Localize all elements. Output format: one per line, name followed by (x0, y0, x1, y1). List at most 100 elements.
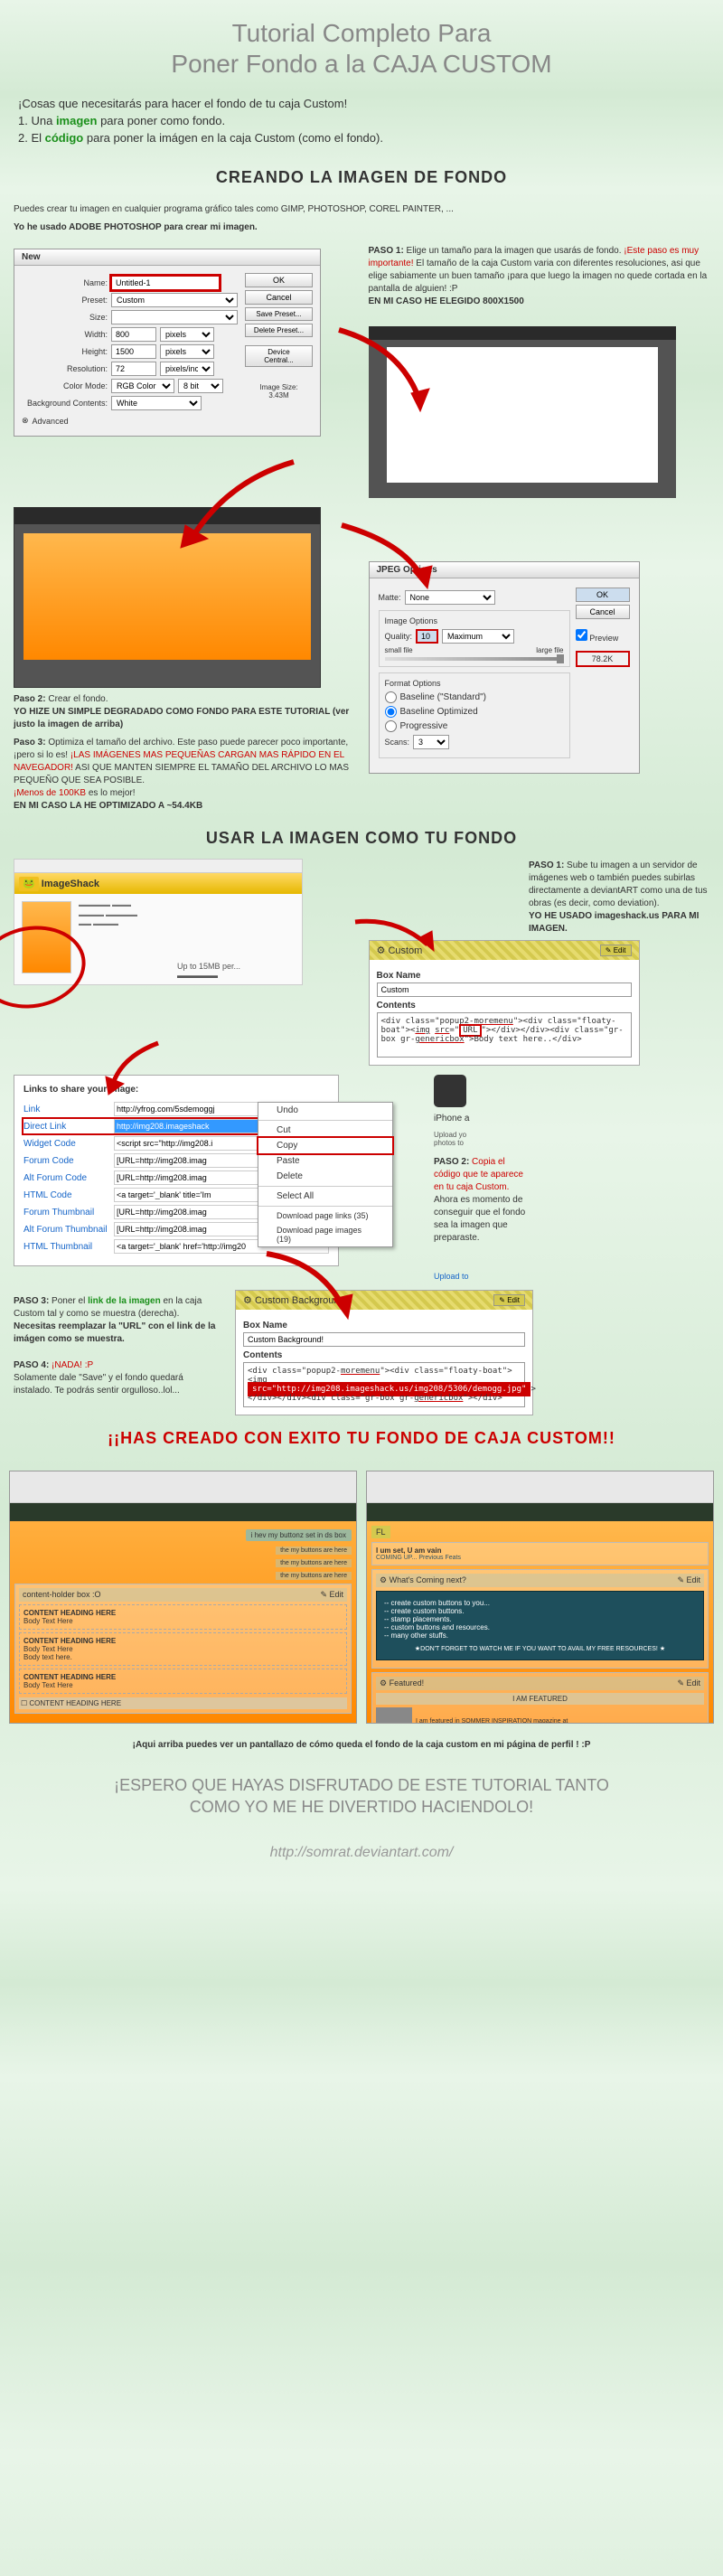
width-label: Width: (22, 330, 108, 339)
size-select[interactable] (111, 310, 238, 324)
contents-textarea2[interactable]: <div class="popup2-moremenu"><div class=… (243, 1362, 525, 1407)
upload-to-label: Upload to (434, 1272, 533, 1281)
contents-label2: Contents (243, 1350, 525, 1360)
res-unit[interactable]: pixels/inch (160, 362, 214, 376)
image-size-label: Image Size: (245, 383, 313, 391)
item2-num: 2. (18, 131, 28, 145)
final-msg-2: COMO YO ME HE DIVERTIDO HACIENDOLO! (18, 1797, 705, 1818)
iphone-label: iPhone a (434, 1113, 533, 1125)
bits-select[interactable]: 8 bit (178, 379, 223, 393)
imageshack-title: ImageShack (42, 879, 99, 889)
item2-pre: El (31, 131, 44, 145)
intro-block: ¡Cosas que necesitarás para hacer el fon… (0, 83, 723, 157)
paso3-bold: EN MI CASO LA HE OPTIMIZADO A ~54.4KB (14, 801, 202, 811)
html-label: HTML Code (23, 1190, 114, 1200)
credit-link[interactable]: http://somrat.deviantart.com/ (0, 1836, 723, 1888)
name-input[interactable] (111, 276, 220, 290)
final-message: ¡ESPERO QUE HAYAS DISFRUTADO DE ESTE TUT… (0, 1757, 723, 1836)
save-preset-button[interactable]: Save Preset... (245, 307, 313, 321)
height-unit[interactable]: pixels (160, 344, 214, 359)
custom-bg-title: Custom Background! (255, 1295, 348, 1306)
menu-dl-links[interactable]: Download page links (35) (258, 1208, 392, 1223)
quality-label: Quality: (385, 632, 413, 641)
bg-label: Background Contents: (22, 399, 108, 408)
box-name-input[interactable] (377, 982, 632, 997)
menu-delete[interactable]: Delete (258, 1169, 392, 1184)
res-input[interactable] (111, 362, 156, 376)
preset-select[interactable]: Custom (111, 293, 238, 307)
edit-button[interactable]: ✎ Edit (600, 945, 632, 956)
matte-select[interactable]: None (405, 590, 495, 605)
edit-button[interactable]: ✎ Edit (493, 1294, 525, 1306)
s2-paso4: PASO 4: ¡NADA! :P Solamente dale "Save" … (14, 1359, 221, 1397)
advanced-toggle[interactable]: Advanced (33, 417, 69, 426)
contents-label: Contents (377, 1001, 632, 1011)
edit-mini[interactable]: ✎ Edit (320, 1590, 343, 1600)
height-input[interactable] (111, 344, 156, 359)
preview-checkbox[interactable] (576, 629, 587, 641)
menu-undo[interactable]: Undo (258, 1103, 392, 1118)
sec1-intro1: Puedes crear tu imagen en cualquier prog… (14, 203, 709, 216)
paso3-text3: es lo mejor! (86, 788, 135, 798)
small-file-label: small file (385, 646, 413, 654)
paso3: Paso 3: Optimiza el tamaño del archivo. … (14, 737, 355, 813)
s2p3-label: PASO 3: (14, 1296, 49, 1306)
cancel-button[interactable]: Cancel (245, 290, 313, 305)
html-thumb-label: HTML Thumbnail (23, 1242, 114, 1252)
fl-tab[interactable]: FL (371, 1526, 390, 1538)
width-input[interactable] (111, 327, 156, 342)
section2: 🐸 ImageShack ▬▬▬▬▬ ▬▬▬▬▬▬▬ ▬▬▬▬▬▬▬ ▬▬▬▬ … (0, 859, 723, 1415)
quality-select[interactable]: Maximum (442, 629, 514, 644)
device-central-button[interactable]: Device Central... (245, 345, 313, 367)
scans-label: Scans: (385, 738, 410, 747)
photoshop-new-dialog: New Name: Preset:Custom Size: Width:pixe… (14, 249, 321, 437)
gradient-canvas-window (14, 507, 321, 688)
content-heading: CONTENT HEADING HERE (23, 1609, 343, 1617)
s2p3-t1: Poner el (49, 1296, 85, 1306)
iphone-text2: photos to (434, 1139, 533, 1147)
menu-paste[interactable]: Paste (258, 1153, 392, 1169)
intro-heading: ¡Cosas que necesitarás para hacer el fon… (18, 97, 705, 110)
quality-input[interactable] (416, 629, 438, 644)
menu-cut[interactable]: Cut (258, 1123, 392, 1138)
paso2-bold: YO HIZE UN SIMPLE DEGRADADO COMO FONDO P… (14, 707, 349, 729)
contents-textarea[interactable]: <div class="popup2-moremenu"><div class=… (377, 1012, 632, 1058)
custom-title: Custom (388, 945, 422, 956)
bg-select[interactable]: White (111, 396, 202, 410)
item2-highlight: código (45, 131, 84, 145)
main-title: Tutorial Completo Para Poner Fondo a la … (0, 0, 723, 83)
preset-label: Preset: (22, 296, 108, 305)
green-button[interactable]: i hev my buttonz set in ds box (246, 1529, 352, 1541)
colormode-select[interactable]: RGB Color (111, 379, 174, 393)
box1-title: content-holder box :O (23, 1590, 101, 1600)
format-options-label: Format Options (385, 679, 564, 688)
iam-featured: I AM FEATURED (376, 1693, 704, 1705)
gear-icon: ⚙ (243, 1295, 252, 1306)
progressive-label: Progressive (400, 721, 448, 731)
baseline-std-radio[interactable] (385, 691, 397, 703)
image-size-value: 3.43M (245, 391, 313, 400)
menu-select-all[interactable]: Select All (258, 1189, 392, 1204)
menu-dl-images[interactable]: Download page images (19) (258, 1223, 392, 1246)
jpeg-ok-button[interactable]: OK (576, 588, 630, 602)
progressive-radio[interactable] (385, 720, 397, 732)
item1-num: 1. (18, 114, 28, 127)
width-unit[interactable]: pixels (160, 327, 214, 342)
menu-copy[interactable]: Copy (258, 1138, 392, 1153)
scans-select[interactable]: 3 (413, 735, 449, 749)
s2p1-label: PASO 1: (529, 860, 564, 870)
size-label: Size: (22, 313, 108, 322)
baseline-opt-radio[interactable] (385, 706, 397, 718)
res-label: Resolution: (22, 364, 108, 373)
matte-label: Matte: (379, 593, 401, 602)
jpeg-cancel-button[interactable]: Cancel (576, 605, 630, 619)
s2p3-green: link de la imagen (85, 1296, 163, 1306)
s2p2-text2: Ahora es momento de conseguir que el fon… (434, 1195, 525, 1243)
s2p4-red: ¡NADA! :P (49, 1360, 93, 1370)
featured-title: Featured! (390, 1678, 425, 1688)
delete-preset-button[interactable]: Delete Preset... (245, 324, 313, 337)
img-options-label: Image Options (385, 616, 564, 625)
ok-button[interactable]: OK (245, 273, 313, 287)
box-name-label: Box Name (377, 971, 632, 981)
box-name-input2[interactable] (243, 1332, 525, 1347)
